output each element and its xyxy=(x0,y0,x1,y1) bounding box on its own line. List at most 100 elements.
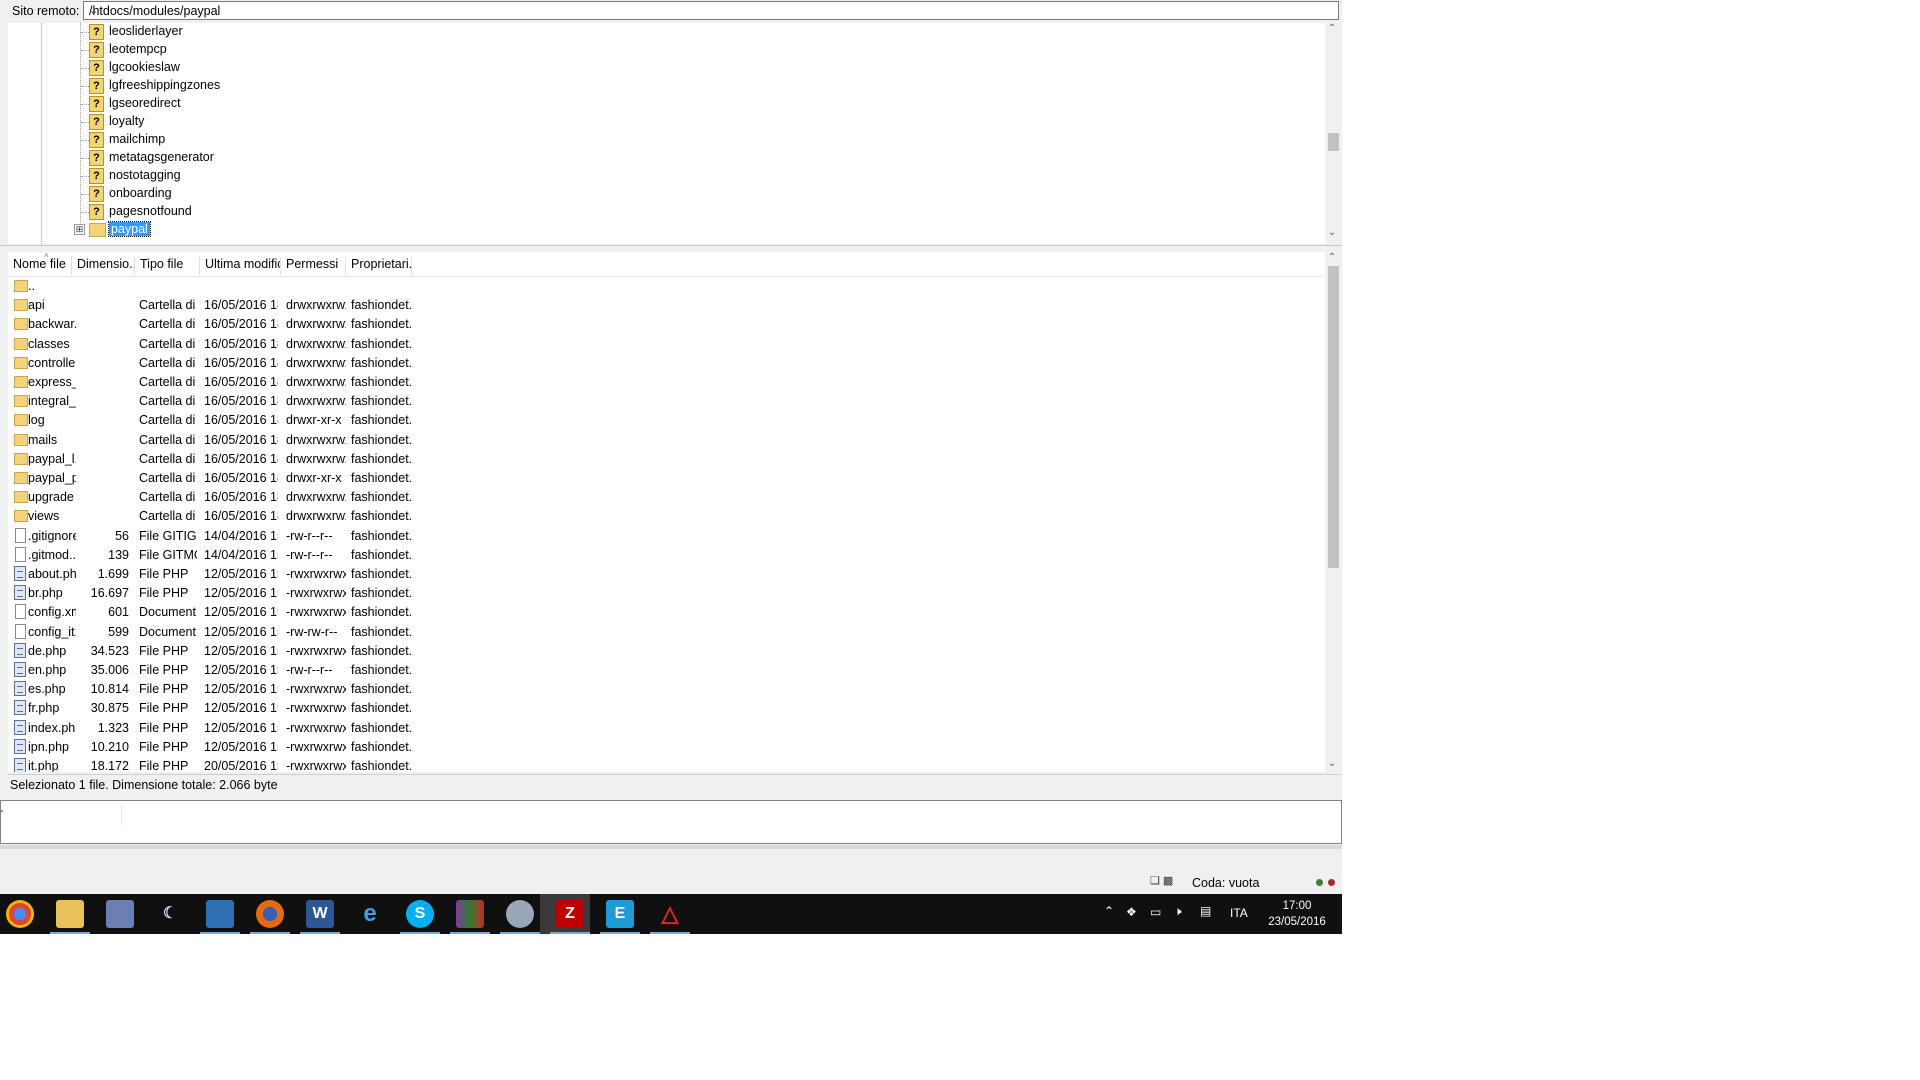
scroll-down-icon[interactable]: ⌄ xyxy=(1328,227,1336,238)
file-row[interactable]: controllers Cartella di ... 16/05/2016 18:… xyxy=(8,354,1324,373)
file-explorer-icon[interactable] xyxy=(50,900,90,934)
file-row[interactable]: views Cartella di ... 16/05/2016 18:... drw… xyxy=(8,507,1324,526)
file-row[interactable]: .. xyxy=(8,277,1324,296)
file-row[interactable]: about.php 1.699 File PHP 12/05/2016 15:...-… xyxy=(8,565,1324,584)
file-row[interactable]: upgrade Cartella di ... 16/05/2016 18:... d… xyxy=(8,488,1324,507)
tree-item[interactable]: ? lgcookieslaw xyxy=(8,59,1308,77)
tree-item[interactable]: ? leotempcp xyxy=(8,41,1308,59)
remote-file-list[interactable]: ˄ Nome file Dimensio... Tipo file Ultima… xyxy=(8,252,1342,772)
php-file-icon xyxy=(14,700,26,716)
file-row[interactable]: index.php 1.323 File PHP 12/05/2016 15:...-… xyxy=(8,719,1324,738)
file-list-scrollbar[interactable]: ⌃ ⌄ xyxy=(1325,252,1342,772)
editor-icon[interactable]: E xyxy=(600,900,640,934)
scroll-down-icon[interactable]: ⌄ xyxy=(1328,758,1336,769)
folder-icon xyxy=(89,223,106,237)
expand-icon[interactable]: ⊞ xyxy=(74,224,85,235)
tree-item[interactable]: ? lgfreeshippingzones xyxy=(8,77,1308,95)
file-owner: fashiondet... xyxy=(351,759,411,772)
screen-capture-icon[interactable] xyxy=(106,900,134,928)
language-indicator[interactable]: ITA xyxy=(1230,906,1248,920)
windows-taskbar: ☾ W e S Z E △ ⌃ ❖ ▭ 🕨 ▤ ITA 17:00 23/05/… xyxy=(0,894,1342,934)
file-row[interactable]: it.php 18.172 File PHP 20/05/2016 15:... -rw… xyxy=(8,757,1324,772)
file-name: it.php xyxy=(28,759,59,772)
file-row[interactable]: backwar... Cartella di ... 16/05/2016 18:.… xyxy=(8,315,1324,334)
show-hidden-icons-icon[interactable]: ⌃ xyxy=(1104,904,1114,918)
dropbox-icon[interactable]: ❖ xyxy=(1126,905,1137,919)
acrobat-icon[interactable]: △ xyxy=(650,900,690,934)
column-header-name[interactable]: Nome file xyxy=(8,257,72,275)
chevron-down-icon[interactable]: ⌄ xyxy=(89,4,1334,17)
file-row[interactable]: de.php 34.523 File PHP 12/05/2016 15:... -rw… xyxy=(8,642,1324,661)
file-modified: 12/05/2016 15:... xyxy=(204,643,278,658)
file-row[interactable]: config_it... 599 Document... 12/05/2016 15:… xyxy=(8,623,1324,642)
file-list-scrollbar-thumb[interactable] xyxy=(1328,266,1339,568)
tree-item[interactable]: ? onboarding xyxy=(8,185,1308,203)
system-clock[interactable]: 17:00 23/05/2016 xyxy=(1262,898,1332,930)
file-size: 1.699 xyxy=(97,567,129,581)
file-row[interactable]: br.php 16.697 File PHP 12/05/2016 15:... -rw… xyxy=(8,584,1324,603)
column-header-owner[interactable]: Proprietari... xyxy=(346,257,412,275)
remote-site-bar: Sito remoto: /htdocs/modules/paypal ⌄ xyxy=(0,0,1342,22)
paint-icon[interactable] xyxy=(500,900,540,934)
volume-icon[interactable]: 🕨 xyxy=(1174,904,1182,919)
network-icon[interactable]: ▭ xyxy=(1150,905,1161,919)
internet-explorer-icon[interactable]: e xyxy=(356,900,384,928)
column-header-permissions[interactable]: Permessi xyxy=(281,257,346,275)
file-row[interactable]: en.php 35.006 File PHP 12/05/2016 15:... -rw… xyxy=(8,661,1324,680)
tree-item[interactable]: ? nostotagging xyxy=(8,167,1308,185)
remote-desktop-icon[interactable] xyxy=(200,900,240,934)
file-modified: 12/05/2016 15:... xyxy=(204,663,278,677)
file-row[interactable]: classes Cartella di ... 16/05/2016 18:... d… xyxy=(8,335,1324,354)
chrome-icon[interactable] xyxy=(6,900,34,928)
tree-item[interactable]: ? mailchimp xyxy=(8,131,1308,149)
file-type: File PHP xyxy=(139,586,189,601)
notifications-icon[interactable]: ▤ xyxy=(1200,904,1211,918)
file-modified: 16/05/2016 18:... xyxy=(204,432,278,447)
transfer-queue-pane[interactable]: ' xyxy=(0,800,1342,844)
file-owner: fashiondet... xyxy=(351,586,411,601)
column-header-modified[interactable]: Ultima modifica xyxy=(200,257,281,275)
file-row[interactable]: paypal_l... Cartella di ... 16/05/2016 18:… xyxy=(8,450,1324,469)
file-size: 34.523 xyxy=(90,643,129,658)
file-row[interactable]: .gitmod... 139 File GITMO... 14/04/2016 15:… xyxy=(8,546,1324,565)
tree-item-label: pagesnotfound xyxy=(109,204,192,218)
scroll-up-icon[interactable]: ⌃ xyxy=(1328,252,1336,263)
file-row[interactable]: config.xml 601 Document... 12/05/2016 15:..… xyxy=(8,603,1324,622)
tree-scrollbar[interactable]: ⌃ ⌄ xyxy=(1325,23,1342,244)
remote-path-combobox[interactable]: /htdocs/modules/paypal ⌄ xyxy=(83,1,1339,20)
tree-item[interactable]: ? metatagsgenerator xyxy=(8,149,1308,167)
scroll-up-icon[interactable]: ⌃ xyxy=(1328,23,1336,34)
word-icon[interactable]: W xyxy=(300,900,340,934)
file-row[interactable]: integral_... Cartella di ... 16/05/2016 18… xyxy=(8,392,1324,411)
night-mode-icon[interactable]: ☾ xyxy=(156,900,184,928)
file-row[interactable]: ipn.php 10.210 File PHP 12/05/2016 15:... -r… xyxy=(8,738,1324,757)
file-row[interactable]: paypal_p... Cartella di ... 16/05/2016 18:… xyxy=(8,469,1324,488)
file-row[interactable]: fr.php 30.875 File PHP 12/05/2016 15:... -rw… xyxy=(8,699,1324,718)
tree-item[interactable]: ? loyalty xyxy=(8,113,1308,131)
pane-splitter[interactable] xyxy=(0,245,1342,252)
file-row[interactable]: mails Cartella di ... 16/05/2016 18:... drw… xyxy=(8,431,1324,450)
file-row[interactable]: api Cartella di ... 16/05/2016 18:... drwxr… xyxy=(8,296,1324,315)
tree-item-selected[interactable]: ⊞ paypal xyxy=(8,221,1308,239)
remote-directory-tree[interactable]: ⌃ ⌄ ? leosliderlayer? leotempcp? lgcookiesl… xyxy=(8,23,1342,244)
filter-and-binary-icon[interactable]: ❏ ▩ xyxy=(1150,874,1173,887)
filezilla-icon[interactable]: Z xyxy=(550,900,590,934)
file-row[interactable]: es.php 10.814 File PHP 12/05/2016 15:... -rw… xyxy=(8,680,1324,699)
queue-status: Coda: vuota xyxy=(1192,876,1260,890)
file-row[interactable]: log Cartella di ... 16/05/2016 18:... drwxr… xyxy=(8,411,1324,430)
clock-time: 17:00 xyxy=(1282,900,1312,912)
column-header-size[interactable]: Dimensio... xyxy=(72,257,135,275)
folder-icon xyxy=(14,337,28,350)
column-header-type[interactable]: Tipo file xyxy=(135,257,200,275)
winrar-icon[interactable] xyxy=(450,900,490,934)
firefox-icon[interactable] xyxy=(250,900,290,934)
tree-item[interactable]: ? leosliderlayer xyxy=(8,23,1308,41)
tree-item[interactable]: ? lgseoredirect xyxy=(8,95,1308,113)
file-owner: fashiondet... xyxy=(351,739,411,754)
tree-item[interactable]: ? pagesnotfound xyxy=(8,203,1308,221)
tree-scrollbar-thumb[interactable] xyxy=(1328,133,1339,151)
file-owner: fashiondet... xyxy=(351,720,411,735)
skype-icon[interactable]: S xyxy=(400,900,440,934)
file-row[interactable]: express_... Cartella di ... 16/05/2016 18:… xyxy=(8,373,1324,392)
file-row[interactable]: .gitignore 56 File GITIGN... 14/04/2016 15:… xyxy=(8,527,1324,546)
